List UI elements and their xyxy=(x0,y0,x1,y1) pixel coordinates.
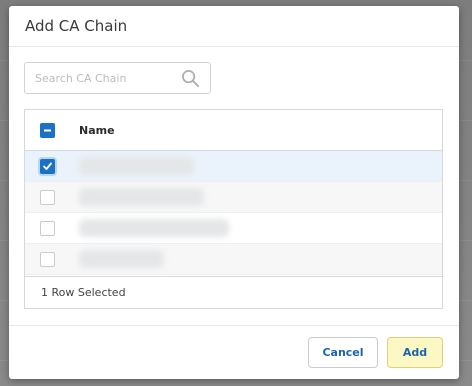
search-icon[interactable] xyxy=(180,68,200,88)
minus-icon xyxy=(44,129,51,131)
select-all-checkbox[interactable] xyxy=(40,122,55,138)
search-input[interactable] xyxy=(35,71,165,85)
search-box xyxy=(24,62,211,94)
row-name-redacted xyxy=(79,250,164,268)
table-row[interactable] xyxy=(25,244,442,275)
row-name-redacted xyxy=(79,219,229,237)
add-ca-chain-dialog: Add CA Chain Name xyxy=(9,6,459,379)
column-header-name[interactable]: Name xyxy=(79,124,115,137)
dialog-header: Add CA Chain xyxy=(9,6,459,47)
dialog-footer: Cancel Add xyxy=(9,325,459,379)
selection-status: 1 Row Selected xyxy=(25,276,442,308)
row-checkbox[interactable] xyxy=(40,251,55,267)
row-checkbox[interactable] xyxy=(40,220,55,236)
dialog-title: Add CA Chain xyxy=(25,17,128,35)
check-icon xyxy=(43,162,52,170)
table-header: Name xyxy=(25,110,442,151)
dialog-body: Name xyxy=(9,47,459,309)
cancel-button[interactable]: Cancel xyxy=(308,337,378,368)
table-row[interactable] xyxy=(25,182,442,213)
table-row[interactable] xyxy=(25,151,442,182)
row-checkbox[interactable] xyxy=(40,189,55,205)
row-checkbox[interactable] xyxy=(40,158,55,174)
row-name-redacted xyxy=(79,188,204,206)
table-row[interactable] xyxy=(25,213,442,244)
add-button[interactable]: Add xyxy=(387,337,443,368)
ca-chain-table: Name 1 Row Selected xyxy=(24,109,443,309)
row-name-redacted xyxy=(79,157,194,175)
